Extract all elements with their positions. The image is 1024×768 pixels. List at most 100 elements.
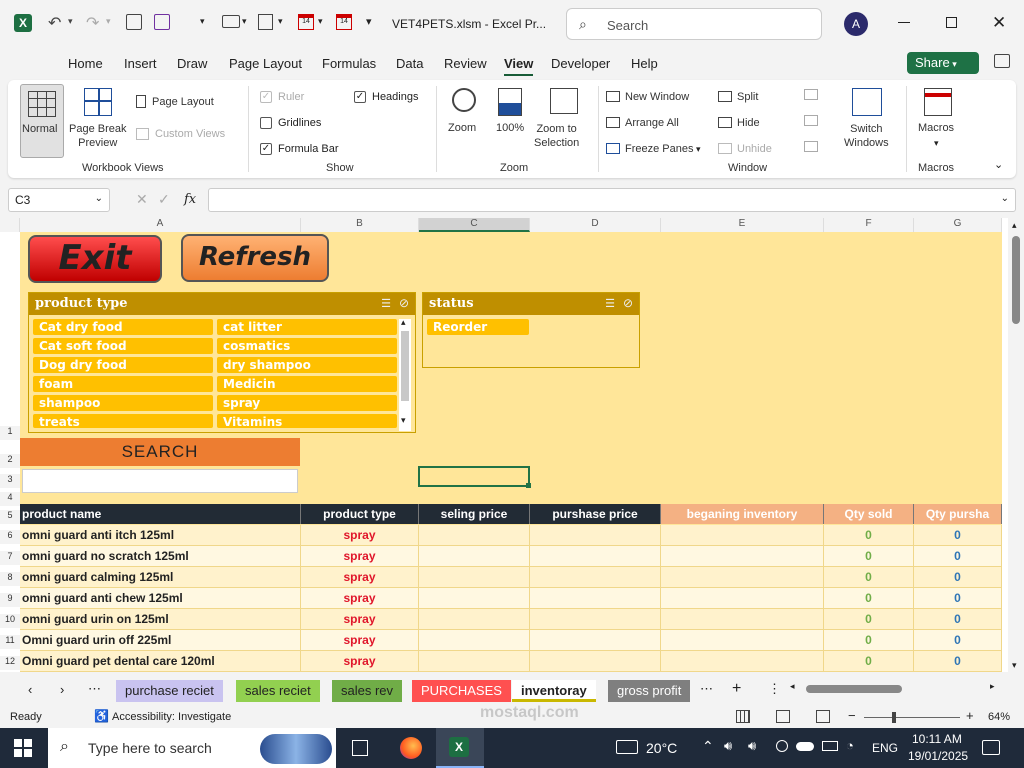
vertical-dots-icon[interactable]: ⋮ [768, 681, 781, 697]
windows-start-icon[interactable] [14, 739, 32, 757]
minimize-icon[interactable] [898, 22, 910, 23]
zoom-to-selection-button[interactable]: Zoom to Selection [534, 86, 592, 156]
refresh-button[interactable]: Refresh [181, 234, 329, 282]
cell-qty-purchased[interactable]: 0 [914, 630, 1002, 651]
cell-product-name[interactable]: omni guard calming 125ml [20, 567, 301, 588]
insert-function-icon[interactable]: fx [184, 192, 196, 207]
enter-icon[interactable]: ✓ [158, 191, 170, 208]
row-header[interactable]: 1 [0, 426, 20, 440]
slicer-scrollbar[interactable]: ▴ ▾ [399, 317, 411, 431]
search-input-cell[interactable] [22, 469, 298, 493]
slicer-item[interactable]: Reorder [427, 319, 529, 335]
arrange-all-button[interactable]: Arrange All [606, 115, 679, 129]
cell-qty-purchased[interactable]: 0 [914, 546, 1002, 567]
vertical-scrollbar[interactable]: ▴ ▾ [1008, 218, 1024, 676]
search-box[interactable]: ⌕ Search [566, 8, 822, 40]
multi-select-icon[interactable]: ☰ [605, 297, 615, 310]
col-header-b[interactable]: B [301, 218, 419, 232]
clear-filter-icon[interactable]: ⊘ [623, 296, 633, 310]
notifications-icon[interactable] [982, 740, 1000, 755]
cell-qty-sold[interactable]: 0 [824, 609, 914, 630]
table-cell[interactable] [419, 546, 530, 567]
table-header-product-type[interactable]: product type [301, 504, 419, 524]
unhide-button[interactable]: Unhide [718, 141, 772, 155]
save-icon[interactable] [154, 14, 170, 30]
cell-product-type[interactable]: spray [301, 609, 419, 630]
tab-data[interactable]: Data [396, 56, 423, 71]
tab-draw[interactable]: Draw [177, 56, 207, 71]
slicer-item[interactable]: cat litter [217, 319, 397, 335]
slicer-item[interactable]: Cat soft food [33, 338, 213, 354]
sheet-tab-gross-profit[interactable]: gross profit [608, 680, 691, 702]
customize-qat-icon[interactable]: ▾ [366, 15, 372, 28]
slicer-item[interactable]: spray [217, 395, 397, 411]
page-break-view-icon[interactable] [816, 710, 830, 723]
table-cell[interactable] [530, 609, 661, 630]
table-cell[interactable] [419, 525, 530, 546]
zoom-out-icon[interactable]: − [848, 708, 856, 723]
table-cell[interactable] [661, 630, 824, 651]
formula-input[interactable]: ⌄ [208, 188, 1016, 212]
table-cell[interactable] [530, 567, 661, 588]
tab-help[interactable]: Help [631, 56, 658, 71]
tab-developer[interactable]: Developer [551, 56, 610, 71]
share-button[interactable]: Share ▾ [907, 52, 979, 74]
scroll-left-icon[interactable]: ◂ [790, 681, 795, 692]
battery-icon[interactable] [822, 741, 838, 751]
gridlines-checkbox[interactable]: Gridlines [260, 115, 321, 129]
onedrive-icon[interactable] [796, 742, 814, 751]
scroll-down-icon[interactable]: ▾ [1012, 660, 1017, 671]
slicer-item[interactable]: Vitamins [217, 414, 397, 428]
table-header-qty-purchased[interactable]: Qty pursha [914, 504, 1002, 524]
scroll-up-icon[interactable]: ▴ [1012, 220, 1017, 231]
more-sheets-icon[interactable]: ⋯ [88, 681, 101, 697]
firefox-icon[interactable] [400, 737, 422, 759]
exit-button[interactable]: Exit [28, 235, 162, 283]
zoom-100-button[interactable]: 100% [494, 86, 530, 146]
row-header[interactable]: 3 [0, 474, 20, 488]
table-cell[interactable] [661, 609, 824, 630]
cell-qty-sold[interactable]: 0 [824, 588, 914, 609]
multi-select-icon[interactable]: ☰ [381, 297, 391, 310]
name-box[interactable]: C3 ⌄ [8, 188, 110, 212]
slicer-item[interactable]: cosmatics [217, 338, 397, 354]
cell-product-type[interactable]: spray [301, 588, 419, 609]
dropdown-icon[interactable]: ▾ [242, 16, 247, 27]
table-cell[interactable] [530, 546, 661, 567]
tab-home[interactable]: Home [68, 56, 103, 71]
table-header-product-name[interactable]: product name [20, 504, 301, 524]
cell-product-name[interactable]: Omni guard urin off 225ml [20, 630, 301, 651]
table-header-selling-price[interactable]: seling price [419, 504, 530, 524]
tab-formulas[interactable]: Formulas [322, 56, 376, 71]
sync-scrolling-icon[interactable] [804, 115, 818, 126]
cell-product-type[interactable]: spray [301, 525, 419, 546]
tab-page-layout[interactable]: Page Layout [229, 56, 302, 71]
table-header-purchase-price[interactable]: purshase price [530, 504, 661, 524]
print-preview-icon[interactable] [258, 14, 273, 30]
slicer-item[interactable]: dry shampoo [217, 357, 397, 373]
page-layout-view-icon[interactable] [776, 710, 790, 723]
col-header-g[interactable]: G [914, 218, 1002, 232]
slicer-item[interactable]: Cat dry food [33, 319, 213, 335]
dropdown-icon[interactable]: ▾ [200, 16, 205, 27]
sheet-tab-sales-reciet[interactable]: sales reciet [236, 680, 320, 702]
zoom-level[interactable]: 64% [988, 711, 1010, 723]
view-side-by-side-icon[interactable] [804, 89, 818, 100]
cell-qty-purchased[interactable]: 0 [914, 525, 1002, 546]
dropdown-icon[interactable]: ▾ [278, 16, 283, 27]
col-header-d[interactable]: D [530, 218, 661, 232]
headings-checkbox[interactable]: ✓ Headings [354, 89, 418, 103]
dropdown-icon[interactable]: ▾ [318, 16, 323, 27]
formula-bar-checkbox[interactable]: ✓ Formula Bar [260, 141, 339, 155]
slicer-item[interactable]: shampoo [33, 395, 213, 411]
col-header-c[interactable]: C [419, 218, 530, 232]
undo-icon[interactable]: ↶ [48, 13, 61, 33]
tab-review[interactable]: Review [444, 56, 487, 71]
cell-product-name[interactable]: omni guard no scratch 125ml [20, 546, 301, 567]
sheet-tab-inventoray[interactable]: inventoray [512, 680, 596, 702]
cell-product-name[interactable]: omni guard urin on 125ml [20, 609, 301, 630]
macros-button[interactable]: Macros ▾ [914, 86, 964, 156]
table-cell[interactable] [419, 588, 530, 609]
cell-qty-sold[interactable]: 0 [824, 651, 914, 672]
slicer-item[interactable]: treats [33, 414, 213, 428]
